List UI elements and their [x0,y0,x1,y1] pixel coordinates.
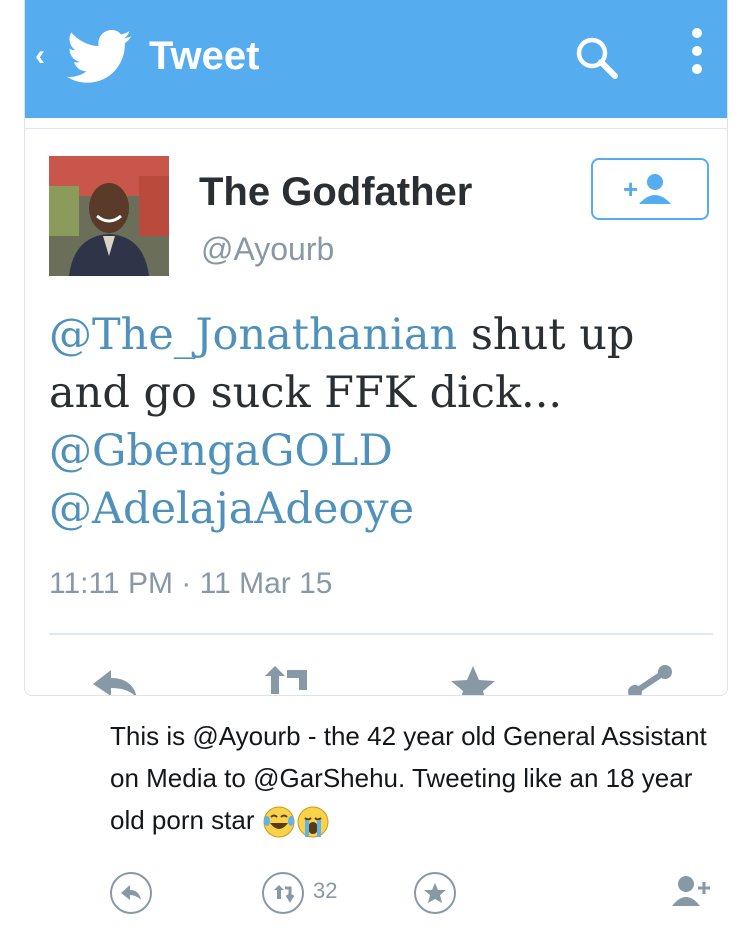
add-user-icon: + [623,174,671,204]
tweet-text: @The_Jonathanian shut up and go suck FFK… [49,306,709,538]
share-icon[interactable] [621,660,681,696]
user-handle[interactable]: @Ayourb [201,230,334,268]
reply-icon[interactable] [85,660,145,696]
caption-body: This is @Ayourb - the 42 year old Genera… [110,721,707,835]
tears-of-joy-emoji-icon [263,806,295,838]
svg-text:+: + [623,174,638,204]
caption-text: This is @Ayourb - the 42 year old Genera… [110,715,730,841]
reply-icon [121,885,141,900]
loudly-crying-emoji-icon [297,806,329,838]
twitter-bird-icon [67,30,132,83]
favorite-icon [424,883,446,903]
retweet-icon [274,885,295,903]
retweet-button[interactable] [262,872,304,914]
search-icon[interactable] [571,32,621,82]
favorite-button[interactable] [414,872,456,914]
app-bar: ‹ Tweet [25,0,727,118]
favorite-icon[interactable] [443,660,503,696]
mention-link[interactable]: @AdelajaAdeoye [49,484,414,534]
retweet-count: 32 [313,878,338,903]
mention-link[interactable]: @GbengaGOLD [49,426,393,476]
tweet-screenshot: ‹ Tweet The Godfather @Ayourb + @The_Jon… [24,0,728,696]
retweet-icon[interactable] [257,660,317,696]
avatar[interactable] [49,156,169,276]
divider [49,633,713,635]
mention-link[interactable]: @The_Jonathanian [49,310,457,360]
display-name[interactable]: The Godfather [199,170,472,214]
follow-button[interactable]: + [591,158,709,220]
more-options-icon[interactable] [689,28,705,84]
back-button[interactable]: ‹ [35,36,57,76]
follow-icon[interactable] [670,872,714,912]
divider [25,128,727,129]
tweet-timestamp: 11:11 PM · 11 Mar 15 [49,567,333,600]
app-bar-title: Tweet [149,34,260,78]
reply-button[interactable] [110,872,152,914]
